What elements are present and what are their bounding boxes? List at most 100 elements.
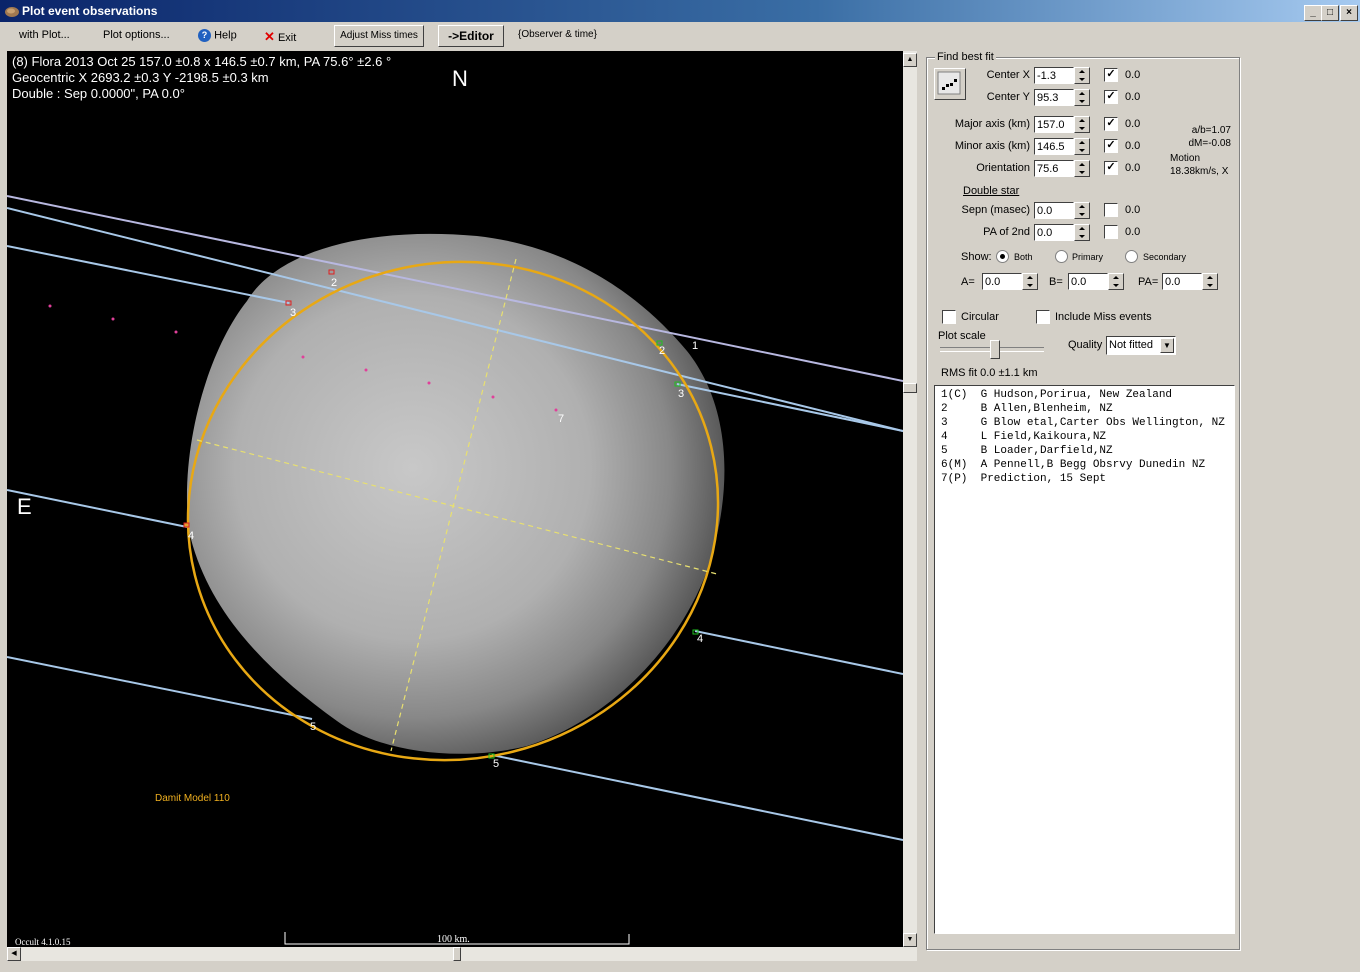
scroll-left-button[interactable]: ◀ [7, 947, 21, 961]
minimize-button[interactable]: _ [1304, 5, 1322, 21]
b-spinner[interactable] [1108, 273, 1124, 290]
dropdown-arrow-icon: ▼ [1160, 338, 1174, 353]
list-item[interactable]: 5 B Loader,Darfield,NZ [935, 444, 1234, 458]
vertical-scroll-thumb[interactable] [903, 383, 917, 393]
center-y-label: Center Y [986, 91, 1030, 103]
vertical-scrollbar[interactable]: ▲ ▼ [903, 51, 917, 947]
close-button[interactable]: × [1340, 5, 1358, 21]
asteroid-shape-model [186, 233, 725, 754]
help-label: Help [214, 29, 237, 42]
minor-axis-delta: 0.0 [1125, 140, 1141, 152]
center-x-input[interactable]: -1.3 [1034, 67, 1074, 84]
list-item[interactable]: 1(C) G Hudson,Porirua, New Zealand [935, 388, 1234, 402]
menu-bar: with Plot... Plot options... ? Help ✕ Ex… [0, 22, 1360, 48]
pa2nd-spinner[interactable] [1074, 224, 1090, 241]
prediction-dot [48, 304, 52, 308]
horizontal-scroll-thumb[interactable] [453, 947, 461, 961]
plot-scale-thumb[interactable] [990, 340, 1000, 359]
scroll-down-button[interactable]: ▼ [903, 933, 917, 947]
occultation-plot[interactable]: (8) Flora 2013 Oct 25 157.0 ±0.8 x 146.5… [7, 51, 903, 947]
a-input[interactable]: 0.0 [982, 273, 1022, 290]
editor-button[interactable]: ->Editor [438, 25, 504, 47]
scale-label: 100 km. [437, 934, 470, 945]
pa2nd-checkbox[interactable] [1104, 225, 1118, 239]
minor-axis-checkbox[interactable]: ✓ [1104, 139, 1118, 153]
b-input[interactable]: 0.0 [1068, 273, 1108, 290]
disappear-marker-4 [183, 522, 190, 528]
sepn-input[interactable]: 0.0 [1034, 202, 1074, 219]
scroll-up-button[interactable]: ▲ [903, 53, 917, 67]
fit-chart-icon [937, 71, 961, 95]
show-label: Show: [961, 251, 992, 263]
list-item[interactable]: 2 B Allen,Blenheim, NZ [935, 402, 1234, 416]
center-y-spinner[interactable] [1074, 89, 1090, 106]
delta-magnitude: dM=-0.08 [1188, 138, 1231, 149]
b-label: B= [1049, 276, 1063, 288]
adjust-miss-times-button[interactable]: Adjust Miss times [334, 25, 424, 47]
chord-label-4-d: 4 [188, 530, 195, 542]
chord-label-4-r: 4 [697, 633, 704, 645]
prediction-dot [364, 368, 368, 372]
circular-checkbox[interactable] [942, 310, 956, 324]
major-axis-spinner[interactable] [1074, 116, 1090, 133]
horizontal-scrollbar[interactable]: ◀ [7, 947, 917, 961]
rms-fit-label: RMS fit 0.0 ±1.1 km [941, 367, 1038, 379]
prediction-dot [301, 355, 305, 359]
include-miss-checkbox[interactable] [1036, 310, 1050, 324]
window-title: Plot event observations [22, 4, 158, 18]
pa2nd-input[interactable]: 0.0 [1034, 224, 1074, 241]
menu-plot-options[interactable]: Plot options... [103, 29, 170, 41]
orientation-checkbox[interactable]: ✓ [1104, 161, 1118, 175]
list-item[interactable]: 7(P) Prediction, 15 Sept [935, 472, 1234, 486]
major-axis-input[interactable]: 157.0 [1034, 116, 1074, 133]
center-x-checkbox[interactable]: ✓ [1104, 68, 1118, 82]
menu-with-plot[interactable]: with Plot... [19, 29, 70, 41]
chord-4b [694, 630, 903, 675]
prediction-dot [427, 381, 431, 385]
show-both-label: Both [1014, 252, 1033, 262]
center-y-input[interactable]: 95.3 [1034, 89, 1074, 106]
circular-label: Circular [961, 311, 999, 323]
list-item[interactable]: 3 G Blow etal,Carter Obs Wellington, NZ [935, 416, 1234, 430]
quality-select[interactable]: Not fitted ▼ [1106, 336, 1176, 355]
observers-list[interactable]: 1(C) G Hudson,Porirua, New Zealand 2 B A… [934, 385, 1235, 934]
pa-input[interactable]: 0.0 [1162, 273, 1202, 290]
quality-label: Quality [1068, 339, 1103, 351]
fit-panel-title: Find best fit [935, 51, 996, 63]
prediction-dot [111, 317, 115, 321]
menu-help[interactable]: ? Help [198, 29, 237, 42]
center-y-checkbox[interactable]: ✓ [1104, 90, 1118, 104]
help-icon: ? [198, 29, 211, 42]
show-primary-label: Primary [1072, 252, 1103, 262]
minor-axis-spinner[interactable] [1074, 138, 1090, 155]
center-x-spinner[interactable] [1074, 67, 1090, 84]
sepn-checkbox[interactable] [1104, 203, 1118, 217]
chord-5b [491, 754, 903, 841]
center-y-delta: 0.0 [1125, 91, 1141, 103]
maximize-button[interactable]: □ [1321, 5, 1339, 21]
east-label: E [17, 494, 32, 519]
sepn-spinner[interactable] [1074, 202, 1090, 219]
orientation-delta: 0.0 [1125, 162, 1141, 174]
show-secondary-radio[interactable] [1125, 250, 1138, 263]
show-primary-radio[interactable] [1055, 250, 1068, 263]
orientation-input[interactable]: 75.6 [1034, 160, 1074, 177]
pa-spinner[interactable] [1202, 273, 1218, 290]
plot-canvas [7, 195, 903, 945]
include-miss-label: Include Miss events [1055, 311, 1152, 323]
prediction-dot [174, 330, 178, 334]
sepn-label: Sepn (masec) [961, 204, 1030, 216]
menu-exit[interactable]: ✕ Exit [264, 29, 296, 45]
a-spinner[interactable] [1022, 273, 1038, 290]
list-item[interactable]: 6(M) A Pennell,B Begg Obsrvy Dunedin NZ [935, 458, 1234, 472]
exit-icon: ✕ [264, 29, 275, 44]
plot-header-line3: Double : Sep 0.0000", PA 0.0° [12, 86, 185, 101]
list-item[interactable]: 4 L Field,Kaikoura,NZ [935, 430, 1234, 444]
show-both-radio[interactable] [996, 250, 1009, 263]
major-axis-checkbox[interactable]: ✓ [1104, 117, 1118, 131]
pa2nd-label: PA of 2nd [983, 226, 1030, 238]
orientation-spinner[interactable] [1074, 160, 1090, 177]
center-x-delta: 0.0 [1125, 69, 1141, 81]
chord-label-3-d: 3 [290, 307, 297, 319]
minor-axis-input[interactable]: 146.5 [1034, 138, 1074, 155]
